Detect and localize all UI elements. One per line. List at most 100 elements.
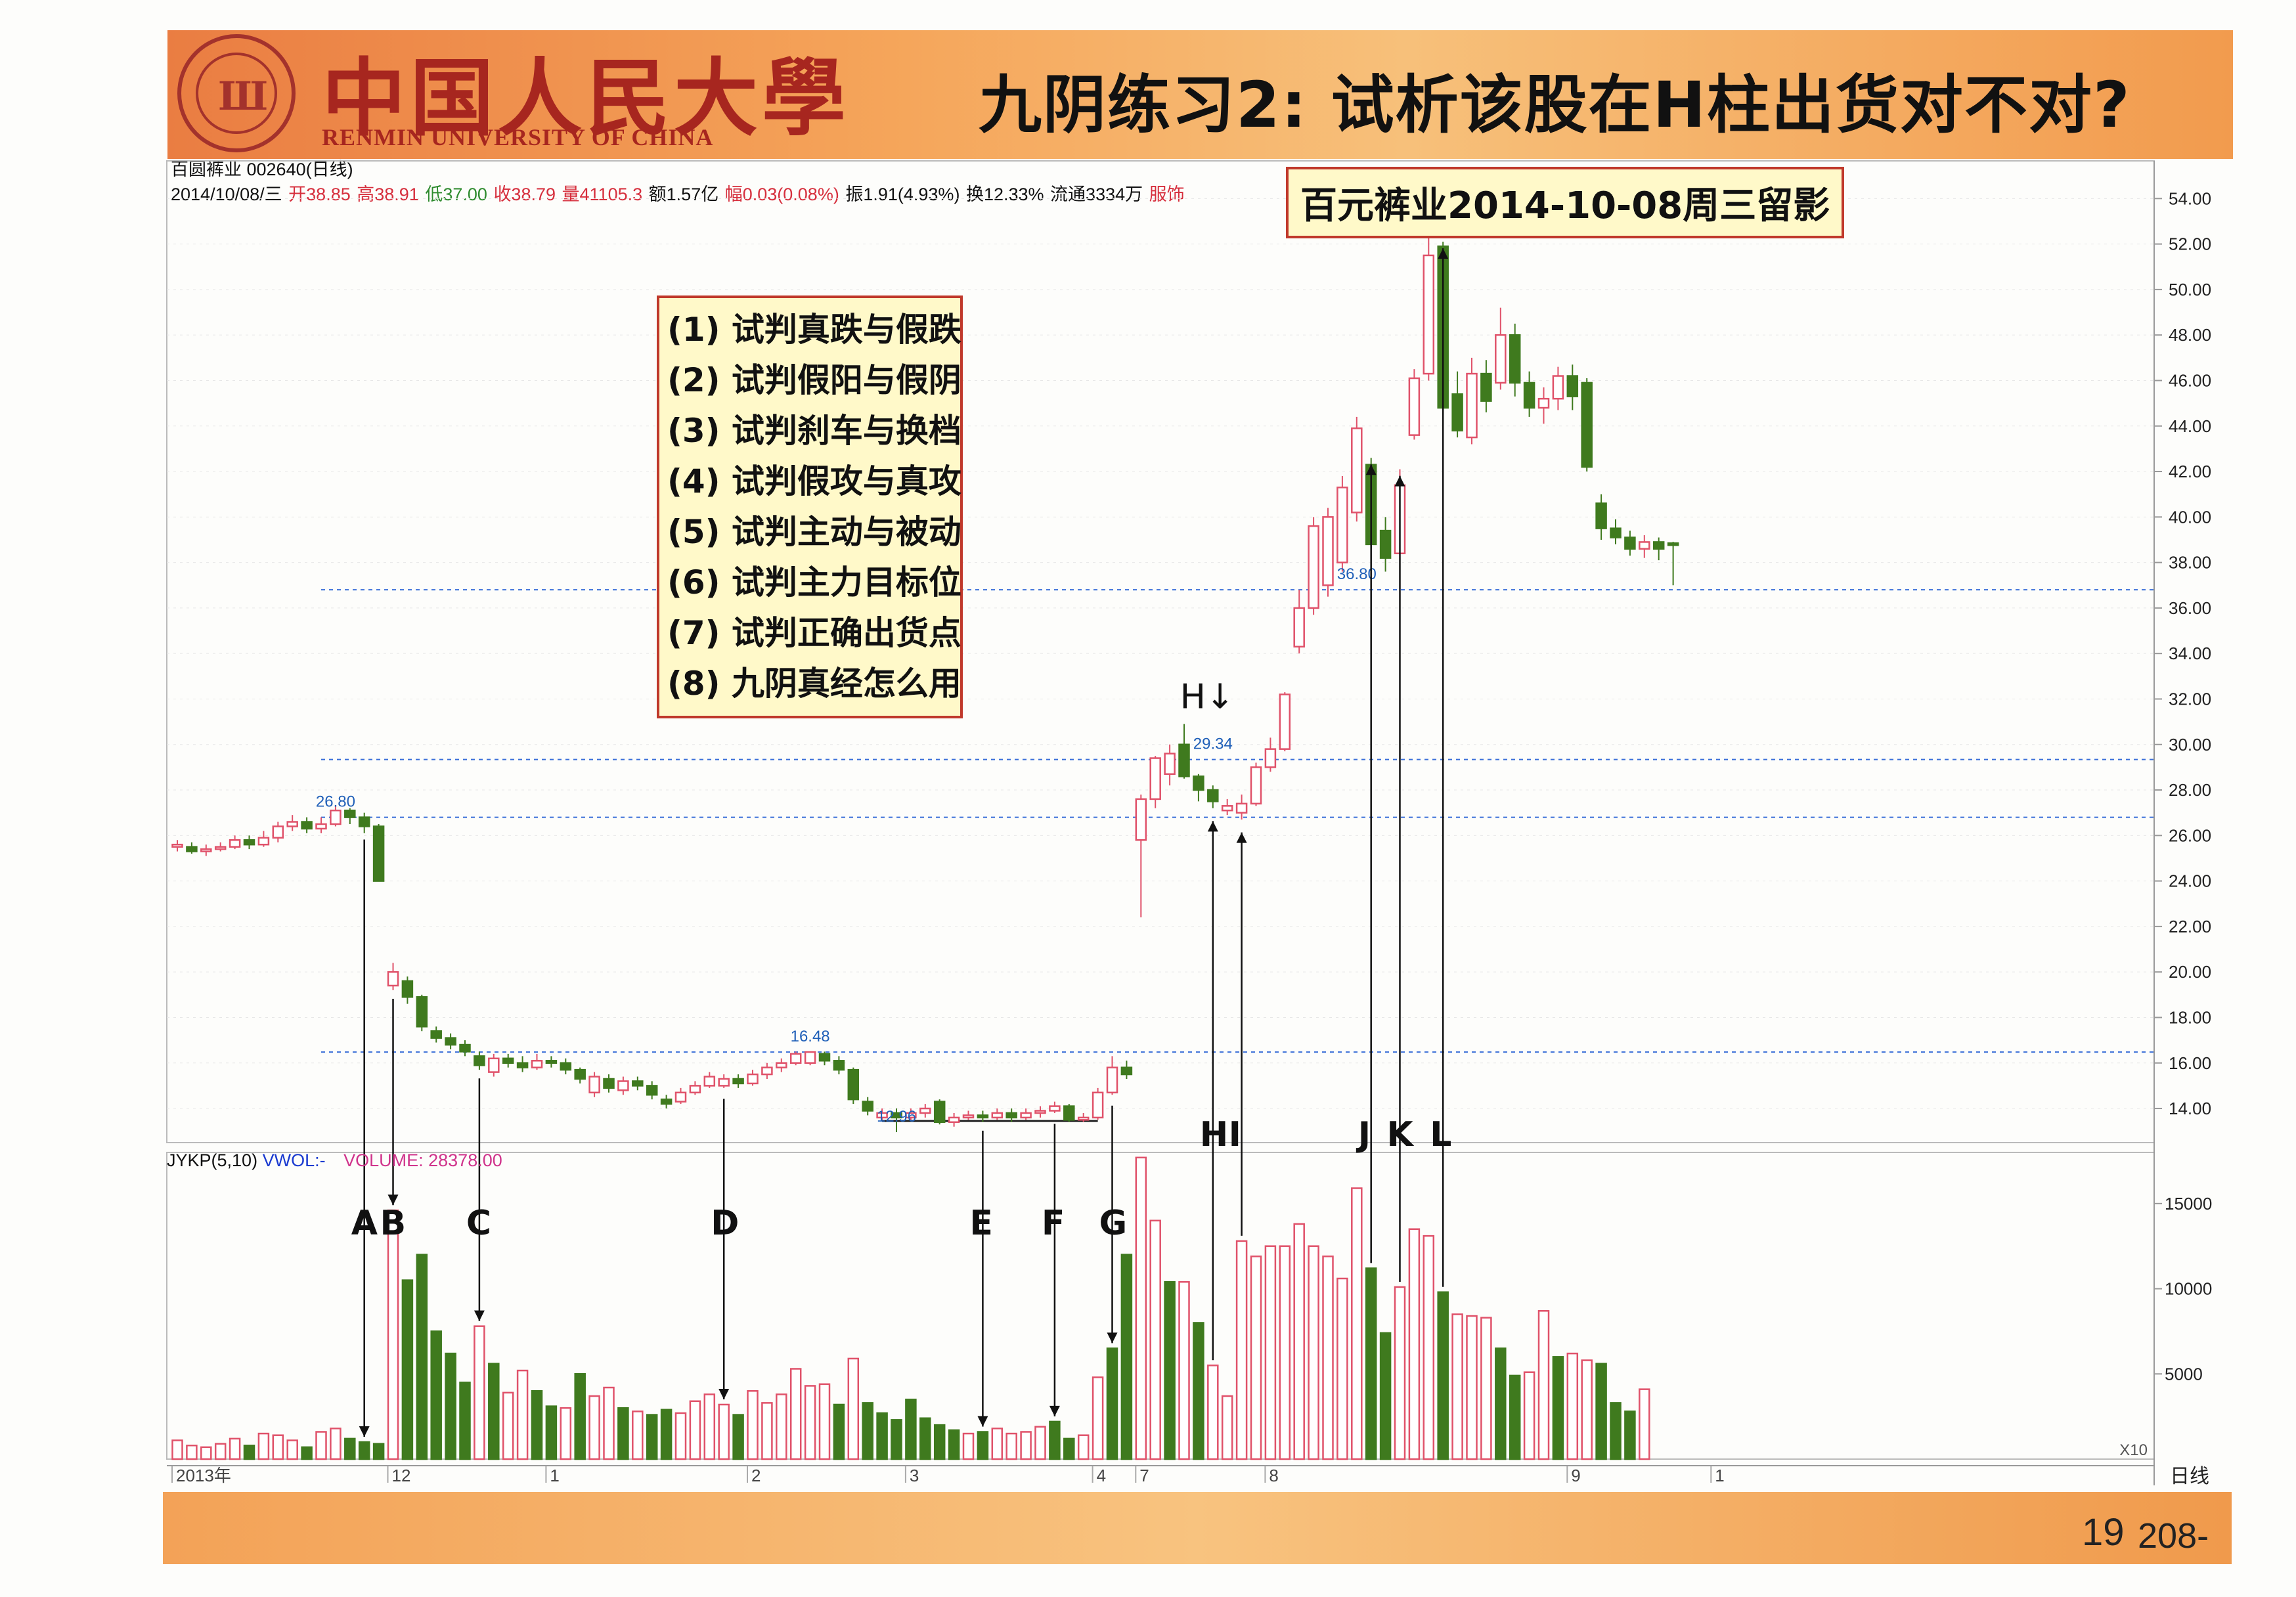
question-item: (8) 九阴真经怎么用 (667, 665, 961, 703)
volume-bar (674, 1412, 687, 1460)
arrow-head (977, 1416, 988, 1427)
candle-body (1164, 753, 1176, 776)
volume-bar (1264, 1245, 1277, 1460)
volume-bar (948, 1429, 960, 1460)
volume-bar (330, 1428, 342, 1460)
volume-bar (1077, 1434, 1090, 1460)
date-caption-box: 百元裤业2014-10-08周三留影 (1286, 167, 1845, 238)
candle-body (200, 848, 212, 852)
candle-body (703, 1076, 716, 1087)
candle-body (818, 1053, 831, 1062)
volume-bar (977, 1431, 989, 1460)
volume-bar (1020, 1431, 1032, 1460)
footer-banner (163, 1492, 2232, 1564)
volume-bar (301, 1446, 313, 1460)
price-panel-frame (166, 160, 2155, 1143)
volume-bar (1495, 1347, 1507, 1460)
volume-bar (1235, 1240, 1248, 1460)
volume-bar (387, 1209, 399, 1460)
price-tick-label: 48.00 (2169, 325, 2211, 345)
volume-bar (1250, 1256, 1262, 1460)
candle-body (1293, 607, 1305, 648)
volume-bar (588, 1395, 600, 1460)
candle-body (804, 1051, 816, 1064)
candle-body (1537, 397, 1550, 409)
candle-body (1250, 766, 1262, 805)
price-annotation: 16.48 (791, 1028, 830, 1045)
candle-body (545, 1060, 558, 1064)
price-tick-label: 34.00 (2169, 644, 2211, 663)
volume-bar (200, 1446, 212, 1460)
price-tick-label: 32.00 (2169, 689, 2211, 709)
question-item: (2) 试判假阳与假阴 (667, 361, 961, 399)
arrow-label: I (1229, 1115, 1241, 1154)
price-tick-label: 16.00 (2169, 1053, 2211, 1073)
candle-body (1408, 377, 1421, 436)
candle-body (1523, 382, 1535, 409)
candle-body (430, 1030, 442, 1039)
volume-bar (1193, 1322, 1204, 1460)
volume-bar (1005, 1432, 1017, 1460)
candle-body (243, 839, 255, 846)
candle-body (933, 1101, 946, 1124)
volume-bar (1106, 1347, 1118, 1460)
arrow-label: J (1356, 1115, 1371, 1154)
candle-body (459, 1043, 471, 1053)
volume-bar (603, 1386, 615, 1460)
volume-bar (1092, 1376, 1104, 1460)
candle-body (833, 1060, 845, 1071)
volume-bar (919, 1417, 931, 1460)
volume-bar (257, 1432, 270, 1460)
volume-bar (1164, 1280, 1176, 1460)
question-item: (5) 试判主动与被动 (667, 513, 961, 551)
candle-body (1552, 375, 1564, 400)
candle-body (445, 1037, 456, 1046)
volume-tick-label: 5000 (2165, 1364, 2203, 1384)
volume-bar (1480, 1317, 1492, 1460)
volume-bar (1451, 1313, 1463, 1460)
candlestick-chart: 14.00 16.00 18.00 20.00 22.00 24.00 26.00 28.00… (166, 160, 2212, 1488)
candle-body (776, 1062, 787, 1068)
volume-bar (531, 1389, 543, 1460)
question-item: (1) 试判真跌与假跌 (667, 311, 961, 349)
price-tick-label: 38.00 (2169, 553, 2211, 573)
candle-body (1466, 372, 1478, 439)
h-marker: H↓ (1180, 677, 1235, 716)
volume-bar (286, 1439, 298, 1460)
volume-bar (1537, 1310, 1550, 1460)
volume-bar (1624, 1411, 1636, 1460)
candle-body (1178, 743, 1190, 777)
candle-body (747, 1073, 759, 1085)
volume-multiplier: X10 (2119, 1441, 2148, 1459)
volume-bar (171, 1439, 183, 1460)
candle-body (588, 1076, 600, 1094)
volume-bar (1610, 1402, 1622, 1460)
volume-bar (1365, 1267, 1377, 1460)
volume-bar (646, 1414, 658, 1460)
volume-bar (474, 1325, 485, 1460)
volume-bar (459, 1382, 471, 1460)
candle-body (1566, 375, 1579, 397)
candle-body (1077, 1116, 1090, 1121)
volume-bar (761, 1402, 773, 1460)
candle-body (315, 823, 327, 830)
volume-bar (1466, 1315, 1478, 1460)
candle-body (862, 1101, 873, 1112)
candle-body (977, 1114, 989, 1119)
candle-body (531, 1060, 543, 1068)
volume-bar (660, 1409, 673, 1460)
time-tick-label: 12 (392, 1466, 411, 1485)
candle-body (919, 1107, 931, 1114)
volume-bar (1322, 1256, 1334, 1460)
arrow-label: D (711, 1204, 739, 1243)
volume-bar (1308, 1245, 1319, 1460)
candle-body (660, 1098, 673, 1105)
volume-indicator: JYKP(5,10) (167, 1150, 258, 1170)
arrow-head (359, 1426, 370, 1437)
volume-bar (862, 1402, 873, 1460)
candle-body (387, 971, 399, 987)
price-tick-label: 54.00 (2169, 188, 2211, 208)
candle-body (474, 1055, 485, 1066)
volume-tick-label: 10000 (2165, 1279, 2212, 1299)
candle-body (1595, 502, 1607, 529)
